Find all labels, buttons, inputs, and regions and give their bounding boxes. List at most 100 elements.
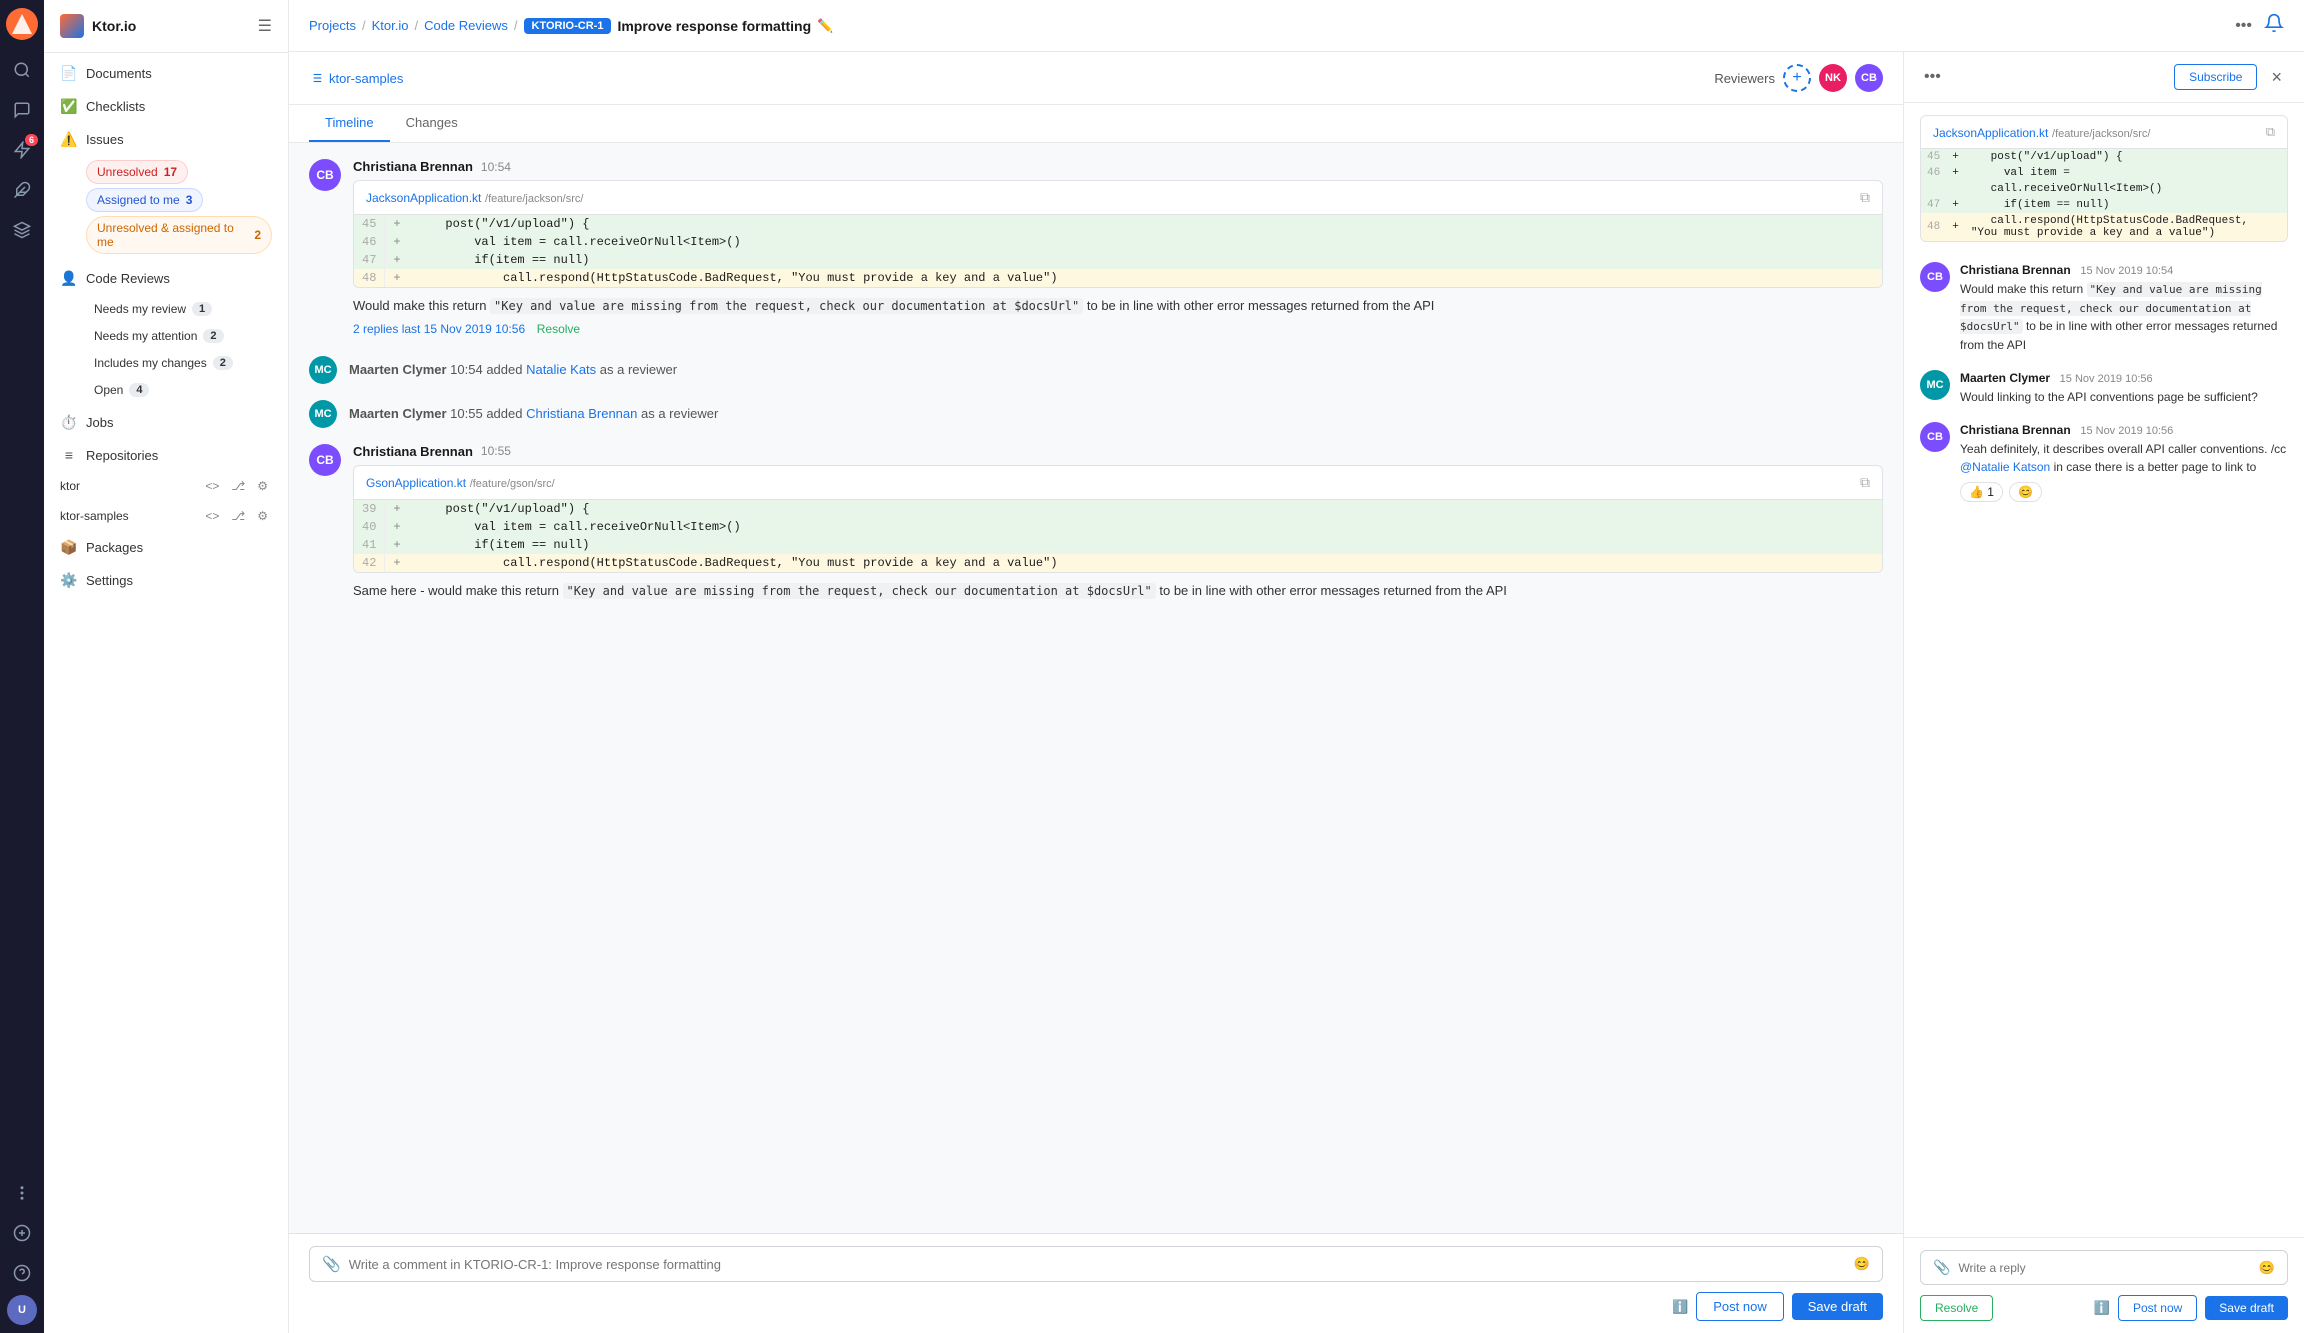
code-filename-1[interactable]: JacksonApplication.kt xyxy=(366,191,481,205)
disc-code-line-highlight: 48 + call.respond(HttpStatusCode.BadRequ… xyxy=(1921,213,2287,241)
repo-ktor-samples-name[interactable]: ktor-samples xyxy=(60,509,193,523)
sidebar-item-packages[interactable]: 📦 Packages xyxy=(44,531,288,564)
badge-assigned-to-me[interactable]: Assigned to me 3 xyxy=(86,188,203,212)
info-icon[interactable]: ℹ️ xyxy=(1672,1299,1688,1315)
copy-icon-4[interactable]: ⧉ xyxy=(1860,474,1870,491)
author-christiana-4: Christiana Brennan xyxy=(353,444,473,459)
disc-filename[interactable]: JacksonApplication.kt xyxy=(1933,126,2048,140)
lightning-badge: 6 xyxy=(25,134,38,146)
replies-link-1[interactable]: 2 replies last 15 Nov 2019 10:56 xyxy=(353,322,525,336)
subscribe-btn[interactable]: Subscribe xyxy=(2174,64,2257,90)
reaction-smile[interactable]: 😊 xyxy=(2009,482,2042,502)
timeline-entry-3: MC Maarten Clymer 10:55 added Christiana… xyxy=(309,400,1883,428)
content-area: ktor-samples Reviewers + NK CB Timeline … xyxy=(289,52,2304,1333)
disc-info-icon[interactable]: ℹ️ xyxy=(2094,1300,2110,1316)
code-filename-4[interactable]: GsonApplication.kt xyxy=(366,476,466,490)
discussion-more-btn[interactable]: ••• xyxy=(1920,64,1945,90)
sidebar-item-documents[interactable]: 📄 Documents xyxy=(44,57,288,90)
system-avatars-3: MC xyxy=(309,400,337,428)
reaction-thumbsup[interactable]: 👍 1 xyxy=(1960,482,2003,502)
nav-lightning[interactable]: 6 xyxy=(4,132,40,168)
disc-author-3: Christiana Brennan xyxy=(1960,423,2071,437)
sub-includes-my-changes[interactable]: Includes my changes 2 xyxy=(86,351,272,375)
ticket-badge[interactable]: KTORIO-CR-1 xyxy=(524,18,612,34)
repo-branch-icon[interactable]: ⎇ xyxy=(227,477,249,495)
badge-unresolved[interactable]: Unresolved 17 xyxy=(86,160,188,184)
emoji-icon[interactable]: 😊 xyxy=(1854,1256,1870,1272)
repo-ktor-icons: <> ⎇ ⚙ xyxy=(201,477,272,495)
resolve-btn[interactable]: Resolve xyxy=(1920,1295,1993,1321)
sidebar-item-issues[interactable]: ⚠️ Issues xyxy=(44,123,288,156)
disc-post-now-btn[interactable]: Post now xyxy=(2118,1295,2197,1321)
notification-bell[interactable] xyxy=(2264,13,2284,38)
avatar-christiana-1: CB xyxy=(309,159,341,191)
code-path-4: /feature/gson/src/ xyxy=(470,478,555,490)
repo-samples-settings-icon[interactable]: ⚙ xyxy=(253,507,272,525)
sidebar-item-jobs[interactable]: ⏱️ Jobs xyxy=(44,406,288,439)
user-avatar-small[interactable]: U xyxy=(7,1295,37,1325)
tab-changes[interactable]: Changes xyxy=(390,105,474,142)
repo-link[interactable]: ktor-samples xyxy=(309,71,403,86)
timeline-entry-1: CB Christiana Brennan 10:54 JacksonAppli… xyxy=(309,159,1883,336)
close-discussion-btn[interactable]: × xyxy=(2265,65,2288,90)
resolve-link-1[interactable]: Resolve xyxy=(537,322,580,336)
badge-unresolved-assigned[interactable]: Unresolved & assigned to me 2 xyxy=(86,216,272,254)
sidebar-item-repositories[interactable]: ≡ Repositories xyxy=(44,439,288,471)
copy-icon-1[interactable]: ⧉ xyxy=(1860,189,1870,206)
nav-search[interactable] xyxy=(4,52,40,88)
repo-code-icon[interactable]: <> xyxy=(201,477,223,495)
nav-layers[interactable] xyxy=(4,212,40,248)
code-line: 41 + if(item == null) xyxy=(354,536,1882,554)
disc-copy-icon[interactable]: ⧉ xyxy=(2266,124,2275,140)
attachment-icon[interactable]: 📎 xyxy=(322,1255,341,1273)
sub-needs-my-review[interactable]: Needs my review 1 xyxy=(86,297,272,321)
discussion-code: JacksonApplication.kt /feature/jackson/s… xyxy=(1920,115,2288,242)
repo-ktor-name[interactable]: ktor xyxy=(60,479,193,493)
disc-author-2: Maarten Clymer xyxy=(1960,371,2050,385)
nav-puzzle[interactable] xyxy=(4,172,40,208)
nav-more[interactable] xyxy=(4,1175,40,1211)
repo-settings-icon[interactable]: ⚙ xyxy=(253,477,272,495)
sub-open[interactable]: Open 4 xyxy=(86,378,272,402)
sidebar-menu-icon[interactable]: ☰ xyxy=(258,16,272,36)
disc-save-draft-btn[interactable]: Save draft xyxy=(2205,1296,2288,1320)
disc-reply-input[interactable] xyxy=(1958,1261,2250,1275)
workspace-title[interactable]: Ktor.io xyxy=(60,14,136,38)
review-tabs: Timeline Changes xyxy=(289,105,1903,143)
mention-natalie[interactable]: Natalie Kats xyxy=(526,362,596,377)
icon-bar: 6 U xyxy=(0,0,44,1333)
more-options-btn[interactable]: ••• xyxy=(2231,13,2256,39)
breadcrumb-section[interactable]: Code Reviews xyxy=(424,18,508,33)
sidebar-item-checklists[interactable]: ✅ Checklists xyxy=(44,90,288,123)
avatar-christiana-4: CB xyxy=(309,444,341,476)
comment-input[interactable] xyxy=(349,1257,1846,1272)
mention-natalie-katson[interactable]: @Natalie Katson xyxy=(1960,460,2050,474)
edit-title-icon[interactable]: ✏️ xyxy=(817,18,833,34)
reply-emoji-icon[interactable]: 😊 xyxy=(2259,1260,2275,1276)
disc-message-1: CB Christiana Brennan 15 Nov 2019 10:54 … xyxy=(1920,262,2288,354)
nav-add[interactable] xyxy=(4,1215,40,1251)
sidebar-item-code-reviews[interactable]: 👤 Code Reviews xyxy=(44,262,288,295)
post-now-btn[interactable]: Post now xyxy=(1696,1292,1783,1321)
add-reviewer-btn[interactable]: + xyxy=(1783,64,1811,92)
repo-samples-code-icon[interactable]: <> xyxy=(201,507,223,525)
sub-needs-my-attention[interactable]: Needs my attention 2 xyxy=(86,324,272,348)
reply-attachment-icon[interactable]: 📎 xyxy=(1933,1259,1950,1276)
system-avatars-2: MC xyxy=(309,356,337,384)
nav-help[interactable] xyxy=(4,1255,40,1291)
nav-chat[interactable] xyxy=(4,92,40,128)
repo-samples-branch-icon[interactable]: ⎇ xyxy=(227,507,249,525)
breadcrumb-workspace[interactable]: Ktor.io xyxy=(372,18,409,33)
disc-path: /feature/jackson/src/ xyxy=(2052,128,2150,140)
issues-badges: Unresolved 17 Assigned to me 3 Unresolve… xyxy=(44,156,288,262)
author-christiana-1: Christiana Brennan xyxy=(353,159,473,174)
discussion-messages: CB Christiana Brennan 15 Nov 2019 10:54 … xyxy=(1904,254,2304,1237)
app-logo[interactable] xyxy=(6,8,38,40)
sidebar-item-settings[interactable]: ⚙️ Settings xyxy=(44,564,288,597)
repo-ktor: ktor <> ⎇ ⚙ xyxy=(44,471,288,501)
code-review-sub: Needs my review 1 Needs my attention 2 I… xyxy=(44,295,288,406)
breadcrumb-projects[interactable]: Projects xyxy=(309,18,356,33)
save-draft-btn[interactable]: Save draft xyxy=(1792,1293,1883,1320)
mention-christiana[interactable]: Christiana Brennan xyxy=(526,406,637,421)
tab-timeline[interactable]: Timeline xyxy=(309,105,390,142)
